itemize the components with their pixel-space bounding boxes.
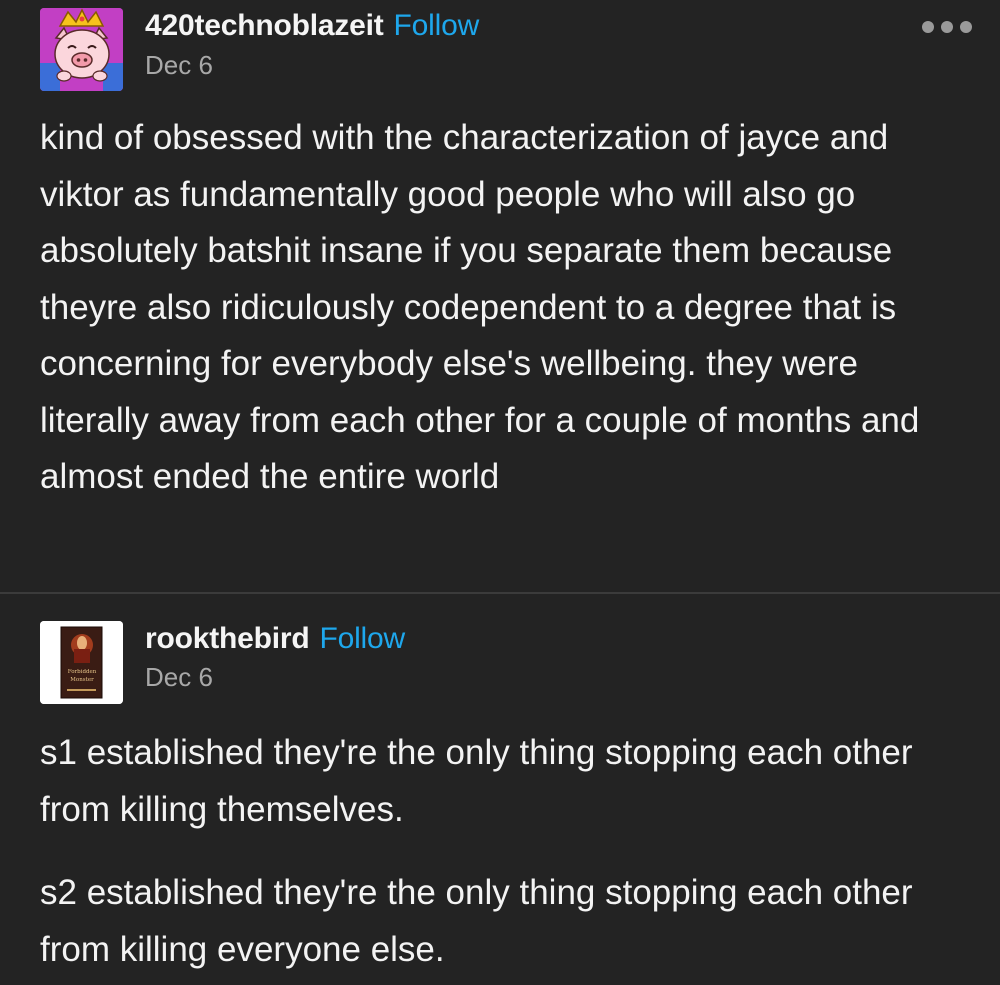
- username[interactable]: rookthebird: [145, 622, 310, 655]
- pig-with-crown-avatar-icon: [40, 8, 123, 91]
- follow-button[interactable]: Follow: [319, 622, 405, 655]
- more-icon: [922, 21, 934, 33]
- avatar[interactable]: Forbidden Monster: [40, 621, 123, 704]
- post-body-text: kind of obsessed with the characterizati…: [40, 118, 920, 496]
- post-reblog-2: Forbidden Monster rookthebird Follow Dec …: [0, 594, 1000, 985]
- post-body-paragraph: s2 established they're the only thing st…: [40, 873, 913, 969]
- post-date: Dec 6: [145, 50, 213, 80]
- post-header: rookthebird Follow: [145, 622, 405, 656]
- book-cover-avatar-icon: Forbidden Monster: [40, 621, 123, 704]
- username[interactable]: 420technoblazeit: [145, 9, 384, 42]
- cover-title-line-1: Forbidden: [68, 669, 97, 675]
- follow-button[interactable]: Follow: [394, 9, 480, 42]
- more-options-button[interactable]: [922, 14, 972, 40]
- avatar[interactable]: [40, 8, 123, 91]
- post-body-paragraph: s1 established they're the only thing st…: [40, 733, 913, 829]
- post-reblog-1: 420technoblazeit Follow Dec 6 kind of obs…: [0, 0, 1000, 590]
- post-date: Dec 6: [145, 662, 213, 692]
- cover-title-line-2: Monster: [70, 677, 94, 683]
- post-header: 420technoblazeit Follow: [145, 9, 479, 43]
